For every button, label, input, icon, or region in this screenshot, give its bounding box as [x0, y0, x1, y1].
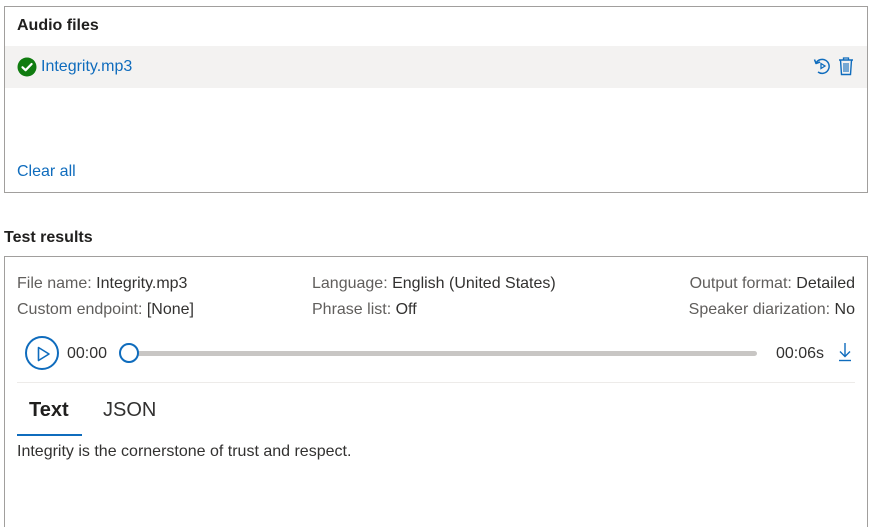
phrase-list-label: Phrase list:: [312, 301, 392, 318]
tab-json[interactable]: JSON: [103, 399, 156, 422]
audio-file-link[interactable]: Integrity.mp3: [41, 58, 132, 76]
language-label: Language:: [312, 275, 388, 292]
speaker-diarization-field: Speaker diarization: No: [689, 301, 855, 319]
speaker-diarization-label: Speaker diarization:: [688, 301, 831, 318]
audio-files-panel: Audio files Integrity.mp3 Clear all: [4, 6, 868, 193]
retry-icon[interactable]: [812, 56, 832, 76]
play-icon: [37, 346, 50, 362]
seek-track[interactable]: [127, 351, 757, 356]
duration: 00:06s: [776, 345, 825, 362]
phrase-list-value: Off: [395, 301, 417, 318]
tab-text[interactable]: Text: [29, 399, 69, 422]
check-circle-icon: [17, 57, 37, 77]
custom-endpoint-label: Custom endpoint:: [17, 301, 143, 318]
transcript-text: Integrity is the cornerstone of trust an…: [17, 443, 352, 460]
seek-thumb[interactable]: [119, 343, 139, 363]
language-value: English (United States): [392, 275, 556, 292]
audio-file-row[interactable]: Integrity.mp3: [5, 46, 867, 88]
speaker-diarization-value: No: [834, 301, 855, 318]
file-name-field: File name: Integrity.mp3: [17, 275, 187, 293]
current-time: 00:00: [67, 345, 108, 362]
custom-endpoint-value: [None]: [146, 301, 194, 318]
output-format-field: Output format: Detailed: [690, 275, 855, 293]
output-format-value: Detailed: [796, 275, 855, 292]
trash-icon[interactable]: [837, 56, 855, 76]
divider: [17, 382, 855, 383]
test-results-panel: File name: Integrity.mp3 Custom endpoint…: [4, 256, 868, 527]
custom-endpoint-field: Custom endpoint: [None]: [17, 301, 194, 319]
phrase-list-field: Phrase list: Off: [312, 301, 417, 319]
file-name-label: File name:: [17, 275, 92, 292]
play-button[interactable]: [25, 336, 59, 370]
language-field: Language: English (United States): [312, 275, 556, 293]
file-name-value: Integrity.mp3: [96, 275, 188, 292]
clear-all-link[interactable]: Clear all: [17, 163, 76, 181]
active-tab-indicator: [17, 434, 82, 436]
output-format-label: Output format:: [689, 275, 792, 292]
test-results-title: Test results: [4, 229, 93, 246]
download-icon[interactable]: [837, 341, 853, 363]
audio-files-title: Audio files: [17, 17, 99, 34]
